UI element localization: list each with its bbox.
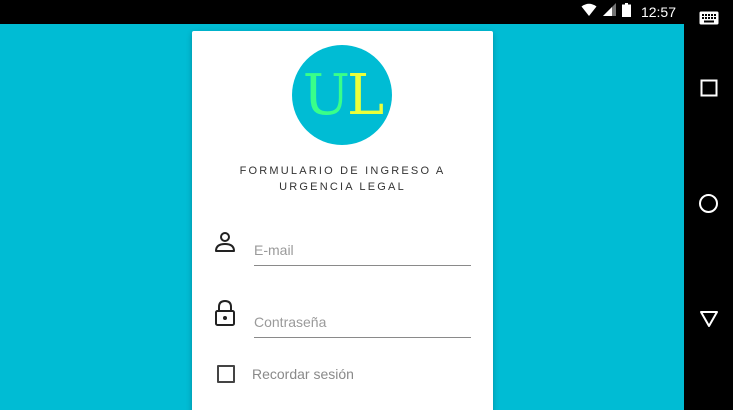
login-card: UL FORMULARIO DE INGRESO A URGENCIA LEGA… [192,31,493,410]
recents-button[interactable] [684,70,733,110]
app-logo: UL [292,45,392,145]
remember-session-row[interactable]: Recordar sesión [217,365,354,383]
app-screen: 12:57 UL FORMULARIO DE INGRESO A URGENCI… [0,0,733,410]
signal-icon [602,3,616,21]
form-title: FORMULARIO DE INGRESO A URGENCIA LEGAL [239,165,446,193]
back-button[interactable] [684,301,733,341]
battery-icon [621,2,631,22]
lock-icon [214,299,238,327]
recents-icon [700,79,718,102]
keyboard-button[interactable] [684,0,733,40]
logo-text: UL [303,68,384,124]
logo-letter-u: U [302,63,350,128]
status-icons: 12:57 [581,0,676,24]
password-input[interactable] [254,307,471,338]
remember-session-label[interactable]: Recordar sesión [252,366,354,382]
home-button[interactable] [684,186,733,226]
wifi-icon [581,3,597,22]
remember-session-checkbox[interactable] [217,365,235,383]
logo-letter-l: L [347,63,384,128]
home-icon [698,193,719,219]
back-icon [699,310,719,333]
status-bar: 12:57 [0,0,684,24]
keyboard-icon [699,11,719,30]
email-input[interactable] [254,235,471,266]
password-field-row [192,297,493,347]
person-icon [214,231,238,259]
status-time: 12:57 [640,4,676,20]
navigation-bar [684,0,733,410]
email-field-row [192,227,493,277]
